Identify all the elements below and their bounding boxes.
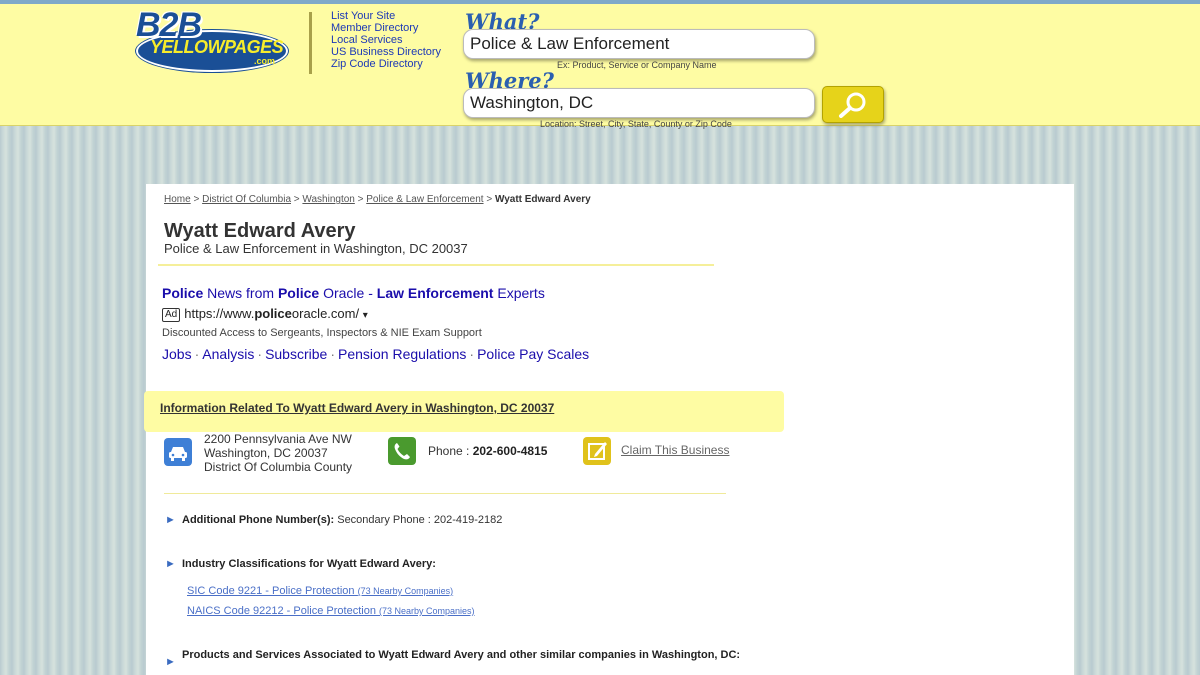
- where-hint: Location: Street, City, State, County or…: [540, 119, 732, 129]
- address-line: Washington, DC 20037: [204, 446, 328, 460]
- breadcrumb-city[interactable]: Washington: [302, 194, 354, 205]
- phone-label: Phone :: [428, 444, 473, 458]
- address-line: District Of Columbia County: [204, 460, 353, 474]
- ad-link-sep: ·: [330, 346, 335, 362]
- business-phone: Phone : 202-600-4815: [428, 444, 547, 458]
- sic-code-link[interactable]: SIC Code 9221 - Police Protection (73 Ne…: [187, 585, 453, 597]
- ad-link-sep: ·: [469, 346, 475, 362]
- info-divider: [164, 493, 726, 494]
- code-count: (73 Nearby Companies): [357, 586, 454, 596]
- address-line: 2200 Pennsylvania Ave NW: [204, 432, 352, 446]
- nav-list-your-site[interactable]: List Your Site: [331, 10, 441, 22]
- bullet-icon: ►: [165, 558, 176, 570]
- edit-icon: [583, 437, 611, 465]
- breadcrumb-sep: >: [293, 194, 300, 205]
- breadcrumb-current: Wyatt Edward Avery: [494, 194, 591, 205]
- logo-com-text: .com: [254, 56, 276, 66]
- nav-us-business-directory[interactable]: US Business Directory: [331, 46, 441, 58]
- ad-headline-part: Police: [277, 285, 320, 301]
- breadcrumb-sep: >: [193, 194, 200, 205]
- ad-link-jobs[interactable]: Jobs: [162, 346, 192, 362]
- ad-url-part: police: [254, 306, 292, 321]
- page-title: Wyatt Edward Avery: [164, 220, 356, 242]
- industry-label: Industry Classifications for Wyatt Edwar…: [182, 558, 436, 570]
- where-search-input[interactable]: Washington, DC: [463, 88, 815, 118]
- site-logo[interactable]: B2B YELLOWPAGES .com: [136, 6, 288, 74]
- code-text: NAICS Code 92212 - Police Protection: [187, 605, 379, 617]
- code-text: SIC Code 9221 - Police Protection: [187, 585, 358, 597]
- ad-headline-part: Oracle -: [319, 285, 377, 301]
- ad-description: Discounted Access to Sergeants, Inspecto…: [162, 327, 482, 339]
- ad-url-part: oracle.com/: [291, 306, 360, 321]
- info-banner-link[interactable]: Information Related To Wyatt Edward Aver…: [160, 401, 554, 415]
- ad-headline-part: Law Enforcement: [376, 285, 494, 301]
- ad-headline-part: News from: [203, 285, 278, 301]
- claim-business-link[interactable]: Claim This Business: [621, 443, 729, 457]
- search-icon: [839, 92, 866, 118]
- nav-member-directory[interactable]: Member Directory: [331, 22, 441, 34]
- additional-phone-row: Additional Phone Number(s): Secondary Ph…: [182, 514, 502, 526]
- additional-phone-value: Secondary Phone : 202-419-2182: [334, 514, 503, 526]
- breadcrumb-district[interactable]: District Of Columbia: [202, 194, 291, 205]
- ad-link-pension-regulations[interactable]: Pension Regulations: [338, 346, 466, 362]
- nav-local-services[interactable]: Local Services: [331, 34, 441, 46]
- car-icon: [164, 438, 192, 466]
- breadcrumb-home[interactable]: Home: [164, 194, 191, 205]
- breadcrumb-sep: >: [486, 194, 493, 205]
- ad-dropdown-icon[interactable]: ▾: [363, 310, 368, 321]
- industry-classifications-heading: Industry Classifications for Wyatt Edwar…: [182, 558, 436, 570]
- search-button[interactable]: [822, 86, 884, 123]
- phone-number[interactable]: 202-600-4815: [473, 444, 548, 458]
- page-subtitle: Police & Law Enforcement in Washington, …: [164, 241, 468, 256]
- products-services-heading: Products and Services Associated to Wyat…: [182, 649, 742, 662]
- phone-icon: [388, 437, 416, 465]
- breadcrumb-category[interactable]: Police & Law Enforcement: [366, 194, 483, 205]
- info-banner: Information Related To Wyatt Edward Aver…: [144, 391, 784, 432]
- bullet-icon: ►: [165, 514, 176, 526]
- ad-link-subscribe[interactable]: Subscribe: [265, 346, 327, 362]
- ad-url[interactable]: Ad https://www.policeoracle.com/ ▾: [162, 306, 368, 322]
- ad-url-part: https://www.: [184, 306, 255, 321]
- ad-badge: Ad: [162, 308, 181, 322]
- breadcrumb: Home > District Of Columbia > Washington…: [164, 194, 591, 205]
- header-nav: List Your Site Member Directory Local Se…: [331, 10, 441, 70]
- what-hint: Ex: Product, Service or Company Name: [557, 60, 717, 70]
- bullet-icon: ►: [165, 656, 176, 668]
- main-content-panel: Home > District Of Columbia > Washington…: [144, 184, 1074, 675]
- ad-link-police-pay-scales[interactable]: Police Pay Scales: [477, 346, 589, 362]
- business-address: 2200 Pennsylvania Ave NW Washington, DC …: [204, 432, 352, 474]
- code-count: (73 Nearby Companies): [379, 606, 475, 616]
- ad-headline-part: Experts: [493, 285, 545, 301]
- site-header: B2B YELLOWPAGES .com List Your Site Memb…: [0, 4, 1200, 129]
- ad-link-analysis[interactable]: Analysis: [202, 346, 254, 362]
- additional-phone-label: Additional Phone Number(s):: [182, 514, 335, 526]
- ad-sitelinks: Jobs · Analysis · Subscribe · Pension Regulati…: [162, 346, 589, 362]
- ad-link-sep: ·: [257, 346, 263, 362]
- nav-zip-code-directory[interactable]: Zip Code Directory: [331, 58, 441, 70]
- ad-headline-link[interactable]: Police News from Police Oracle - Law Enf…: [162, 285, 545, 301]
- logo-yellowpages-text: YELLOWPAGES: [150, 37, 284, 57]
- products-label: Products and Services Associated to Wyat…: [182, 649, 741, 661]
- ad-headline-part: Police: [162, 285, 204, 301]
- ad-link-sep: ·: [194, 346, 200, 362]
- what-search-input[interactable]: Police & Law Enforcement: [463, 29, 815, 59]
- header-divider: [309, 12, 312, 74]
- naics-code-link[interactable]: NAICS Code 92212 - Police Protection (73…: [187, 605, 475, 617]
- breadcrumb-sep: >: [357, 194, 364, 205]
- title-divider: [158, 264, 714, 266]
